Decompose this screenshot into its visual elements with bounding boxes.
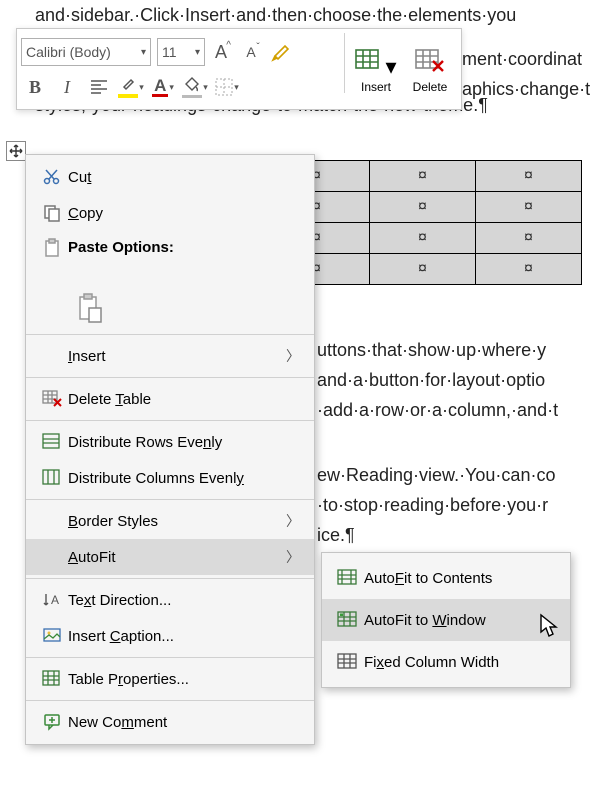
doc-fragment: ew·Reading·view.·You·can·co ·to·stop·rea… [317, 460, 555, 550]
format-painter-button[interactable] [267, 38, 295, 66]
paste-option-keep-source[interactable] [26, 287, 314, 331]
clipboard-icon [36, 239, 68, 257]
table-cell[interactable]: ¤ [476, 254, 582, 285]
autofit-submenu: AutoFit to Contents AutoFit to Window Fi… [321, 552, 571, 688]
menu-border-styles[interactable]: Border Styles 〉 [26, 503, 314, 539]
menu-text-direction[interactable]: A Text Direction... [26, 582, 314, 618]
table-cell[interactable]: ¤ [370, 161, 476, 192]
insert-label: Insert [361, 80, 391, 94]
table-cell[interactable]: ¤ [476, 161, 582, 192]
picture-icon [36, 627, 68, 645]
shading-button[interactable]: ▾ [181, 73, 209, 101]
menu-insert[interactable]: Insert 〉 [26, 338, 314, 374]
menu-delete-table[interactable]: Delete Table [26, 381, 314, 417]
font-size-select[interactable]: 11 ▾ [157, 38, 205, 66]
menu-separator [26, 700, 314, 701]
insert-table-button[interactable]: ▾ Insert [349, 33, 403, 105]
copy-icon [36, 204, 68, 222]
chevron-down-icon: ▾ [195, 47, 200, 58]
delete-table-button[interactable]: Delete [403, 33, 457, 105]
scissors-icon [36, 168, 68, 186]
menu-insert-caption[interactable]: Insert Caption... [26, 618, 314, 654]
doc-line: aphics·change·t [462, 74, 590, 104]
mini-toolbar: Calibri (Body) ▾ 11 ▾ A^ Aˇ B I [16, 28, 462, 110]
menu-separator [26, 657, 314, 658]
font-size-value: 11 [162, 44, 177, 60]
doc-line: ·to·stop·reading·before·you·r [317, 490, 555, 520]
text-direction-icon: A [36, 591, 68, 609]
menu-distribute-cols[interactable]: Distribute Columns Evenly [26, 460, 314, 496]
submenu-autofit-window[interactable]: AutoFit to Window [322, 599, 570, 641]
menu-copy[interactable]: Copy [26, 195, 314, 231]
autofit-window-icon [332, 611, 364, 629]
paste-clipboard-icon [74, 294, 106, 324]
doc-line: ment·coordinat [462, 44, 590, 74]
doc-line: ·add·a·row·or·a·column,·and·t [317, 395, 558, 425]
font-color-button[interactable]: A▾ [149, 73, 177, 101]
menu-paste-options: Paste Options: [26, 231, 314, 287]
menu-separator [26, 377, 314, 378]
doc-line: uttons·that·show·up·where·y [317, 335, 558, 365]
doc-fragment: ment·coordinat aphics·change·t [462, 44, 590, 104]
table-cell[interactable]: ¤ [476, 192, 582, 223]
svg-text:A: A [51, 593, 59, 607]
table-context-menu: Cut Copy Paste Options: Insert 〉 Delete … [25, 154, 315, 745]
submenu-arrow-icon: 〉 [286, 511, 300, 531]
borders-button[interactable]: ▾ [213, 73, 241, 101]
doc-line: and·a·button·for·layout·optio [317, 365, 558, 395]
table-properties-icon [36, 670, 68, 688]
delete-table-icon [415, 44, 445, 80]
doc-line: and·sidebar.·Click·Insert·and·then·choos… [35, 0, 516, 30]
highlight-button[interactable]: ▾ [117, 73, 145, 101]
grow-font-button[interactable]: A^ [207, 38, 235, 66]
menu-separator [26, 499, 314, 500]
menu-distribute-rows[interactable]: Distribute Rows Evenly [26, 424, 314, 460]
table-move-handle[interactable] [6, 141, 26, 161]
distribute-cols-icon [36, 469, 68, 487]
menu-separator [26, 578, 314, 579]
submenu-arrow-icon: 〉 [286, 346, 300, 366]
menu-separator [26, 420, 314, 421]
doc-line: ice.¶ [317, 520, 555, 550]
shrink-font-button[interactable]: Aˇ [237, 38, 265, 66]
autofit-contents-icon [332, 569, 364, 587]
toolbar-separator [344, 33, 345, 93]
menu-autofit[interactable]: AutoFit 〉 [26, 539, 314, 575]
table-cell[interactable]: ¤ [370, 223, 476, 254]
insert-table-icon: ▾ [355, 44, 396, 80]
doc-line: ew·Reading·view.·You·can·co [317, 460, 555, 490]
delete-table-icon [36, 390, 68, 408]
font-name-select[interactable]: Calibri (Body) ▾ [21, 38, 151, 66]
submenu-arrow-icon: 〉 [286, 547, 300, 567]
fixed-width-icon [332, 653, 364, 671]
table-cell[interactable]: ¤ [476, 223, 582, 254]
chevron-down-icon: ▾ [141, 47, 146, 58]
align-button[interactable] [85, 73, 113, 101]
delete-label: Delete [413, 80, 448, 94]
comment-icon [36, 713, 68, 731]
table-cell[interactable]: ¤ [370, 254, 476, 285]
italic-button[interactable]: I [53, 73, 81, 101]
submenu-autofit-contents[interactable]: AutoFit to Contents [322, 557, 570, 599]
paste-options-label: Paste Options: [68, 239, 300, 256]
bold-button[interactable]: B [21, 73, 49, 101]
menu-separator [26, 334, 314, 335]
table-cell[interactable]: ¤ [370, 192, 476, 223]
menu-table-properties[interactable]: Table Properties... [26, 661, 314, 697]
font-name-value: Calibri (Body) [26, 44, 111, 60]
menu-cut[interactable]: Cut [26, 159, 314, 195]
menu-new-comment[interactable]: New Comment [26, 704, 314, 740]
submenu-fixed-width[interactable]: Fixed Column Width [322, 641, 570, 683]
doc-fragment: uttons·that·show·up·where·y and·a·button… [317, 335, 558, 425]
distribute-rows-icon [36, 433, 68, 451]
